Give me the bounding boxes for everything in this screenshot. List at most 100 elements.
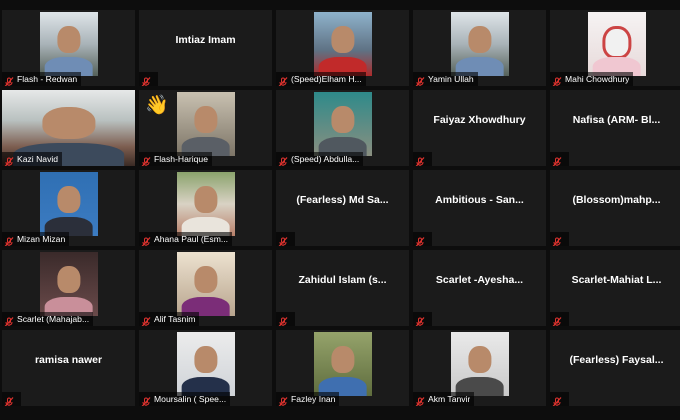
participant-name: Flash - Redwan (17, 74, 78, 84)
participant-name-label (550, 152, 569, 166)
participant-tile[interactable]: Flash - Redwan (2, 10, 135, 86)
participant-name: (Speed) Abdulla... (291, 154, 360, 164)
participant-tile[interactable]: Akm Tanvir (413, 330, 546, 406)
participant-video-feed (313, 332, 372, 396)
participant-video-feed (176, 172, 235, 236)
participant-video-feed (313, 92, 372, 156)
participant-tile[interactable]: Zahidul Islam (s... (276, 250, 409, 326)
person-head (193, 266, 218, 293)
participant-display-name: Nafisa (ARM- Bl... (572, 114, 661, 126)
person-head (193, 346, 218, 373)
participant-name-label (2, 392, 21, 406)
participant-display-name: Scarlet -Ayesha... (435, 274, 524, 286)
participant-video-feed (39, 12, 98, 76)
participant-tile[interactable]: Ambitious - San... (413, 170, 546, 246)
participant-name: Moursalin ( Spee... (154, 394, 227, 404)
person-head (467, 26, 492, 53)
participant-video-feed (587, 12, 646, 76)
mic-muted-icon (552, 234, 562, 246)
participant-tile[interactable]: (Fearless) Md Sa... (276, 170, 409, 246)
mic-muted-icon (278, 394, 288, 406)
mic-muted-icon (141, 234, 151, 246)
mic-muted-icon (552, 314, 562, 326)
mic-muted-icon (552, 394, 562, 406)
participant-name-label (550, 232, 569, 246)
participant-name-label (413, 232, 432, 246)
participant-tile[interactable]: Faiyaz Xhowdhury (413, 90, 546, 166)
mic-muted-icon (415, 234, 425, 246)
person-head (56, 26, 81, 53)
participant-name: Fazley Inan (291, 394, 336, 404)
participant-name-label: Mizan Mizan (2, 232, 70, 246)
person-head (601, 26, 632, 59)
participant-name: Ahana Paul (Esm... (154, 234, 229, 244)
person-head (41, 106, 96, 139)
participant-video-feed (39, 172, 98, 236)
participant-tile[interactable]: Yamin Ullah (413, 10, 546, 86)
participant-name: Scarlet (Mahajab... (17, 314, 90, 324)
participant-name-label: Fazley Inan (276, 392, 340, 406)
participant-tile[interactable]: Scarlet-Mahiat L... (550, 250, 680, 326)
participant-display-name: (Blossom)mahp... (572, 194, 661, 206)
mic-muted-icon (278, 154, 288, 166)
participant-tile[interactable]: Kazi Navid (2, 90, 135, 166)
mic-muted-icon (4, 234, 14, 246)
participant-tile[interactable]: Scarlet -Ayesha... (413, 250, 546, 326)
participant-name-label: Flash-Harique (139, 152, 212, 166)
participant-name-label: Akm Tanvir (413, 392, 475, 406)
participant-name: Kazi Navid (17, 154, 59, 164)
participant-tile[interactable]: Fazley Inan (276, 330, 409, 406)
mic-muted-icon (415, 74, 425, 86)
participant-tile[interactable]: 👋 Flash-Harique (139, 90, 272, 166)
participant-display-name: Ambitious - San... (435, 194, 524, 206)
mic-muted-icon (552, 154, 562, 166)
mic-muted-icon (4, 154, 14, 166)
participant-name-label (550, 312, 569, 326)
participant-name-label (276, 312, 295, 326)
person-head (467, 346, 492, 373)
participant-name-label (413, 312, 432, 326)
participant-tile[interactable]: (Fearless) Faysal... (550, 330, 680, 406)
person-head (330, 106, 355, 133)
person-head (56, 186, 81, 213)
participant-tile[interactable]: (Speed)Elham H... (276, 10, 409, 86)
participant-name: (Speed)Elham H... (291, 74, 362, 84)
mic-muted-icon (552, 74, 562, 86)
participant-name-label: Alif Tasnim (139, 312, 200, 326)
participant-name-label (276, 232, 295, 246)
participant-tile[interactable]: Mahi Chowdhury (550, 10, 680, 86)
participant-name: Mahi Chowdhury (565, 74, 630, 84)
mic-muted-icon (415, 394, 425, 406)
participant-display-name: Scarlet-Mahiat L... (571, 274, 662, 286)
mic-muted-icon (415, 154, 425, 166)
participant-name-label: Yamin Ullah (413, 72, 478, 86)
participant-name-label: Moursalin ( Spee... (139, 392, 231, 406)
participant-name-label: Scarlet (Mahajab... (2, 312, 94, 326)
participant-video-feed (313, 12, 372, 76)
participant-tile[interactable]: Scarlet (Mahajab... (2, 250, 135, 326)
participant-tile[interactable]: ramisa nawer (2, 330, 135, 406)
participant-name: Akm Tanvir (428, 394, 471, 404)
participant-name-label: (Speed)Elham H... (276, 72, 366, 86)
participant-video-feed (176, 92, 235, 156)
mic-muted-icon (278, 314, 288, 326)
participant-tile[interactable]: Alif Tasnim (139, 250, 272, 326)
mic-muted-icon (278, 234, 288, 246)
participant-tile[interactable]: (Speed) Abdulla... (276, 90, 409, 166)
participant-tile[interactable]: Nafisa (ARM- Bl... (550, 90, 680, 166)
participant-display-name: ramisa nawer (34, 354, 103, 366)
participant-display-name: (Fearless) Md Sa... (296, 194, 389, 206)
participant-tile[interactable]: Ahana Paul (Esm... (139, 170, 272, 246)
participant-tile[interactable]: (Blossom)mahp... (550, 170, 680, 246)
participant-tile[interactable]: Moursalin ( Spee... (139, 330, 272, 406)
participant-tile[interactable]: Mizan Mizan (2, 170, 135, 246)
participant-name: Flash-Harique (154, 154, 208, 164)
mic-muted-icon (141, 74, 151, 86)
participant-video-feed (176, 252, 235, 316)
participant-display-name: Faiyaz Xhowdhury (433, 114, 526, 126)
participant-tile[interactable]: Imtiaz Imam (139, 10, 272, 86)
participant-name-label: Kazi Navid (2, 152, 63, 166)
person-head (193, 106, 218, 133)
mic-muted-icon (141, 154, 151, 166)
participant-name-label (550, 392, 569, 406)
